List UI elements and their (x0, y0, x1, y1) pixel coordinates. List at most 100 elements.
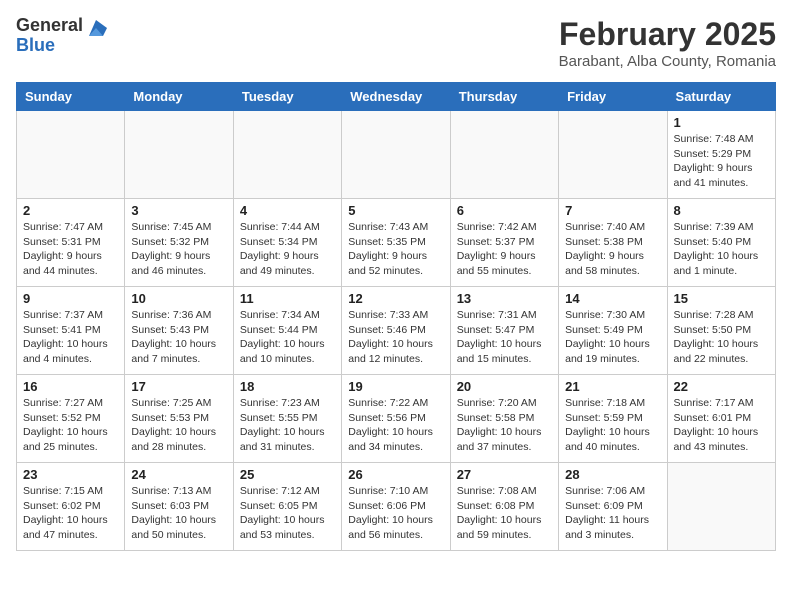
day-info: Sunrise: 7:28 AM Sunset: 5:50 PM Dayligh… (674, 308, 769, 367)
calendar-day-cell: 13 Sunrise: 7:31 AM Sunset: 5:47 PM Dayli… (450, 287, 558, 375)
month-year-title: February 2025 (559, 16, 776, 53)
day-info: Sunrise: 7:18 AM Sunset: 5:59 PM Dayligh… (565, 396, 660, 455)
day-number: 9 (23, 291, 118, 306)
day-number: 5 (348, 203, 443, 218)
day-info: Sunrise: 7:40 AM Sunset: 5:38 PM Dayligh… (565, 220, 660, 279)
calendar-day-cell: 12Sunrise: 7:33 AM Sunset: 5:46 PM Dayli… (342, 287, 450, 375)
calendar-day-cell: 28 Sunrise: 7:06 AM Sunset: 6:09 PM Dayli… (559, 463, 667, 551)
day-info: Sunrise: 7:30 AM Sunset: 5:49 PM Dayligh… (565, 308, 660, 367)
logo-general-text: General (16, 16, 83, 36)
day-number: 16 (23, 379, 118, 394)
calendar-day-cell: 15 Sunrise: 7:28 AM Sunset: 5:50 PM Dayli… (667, 287, 775, 375)
calendar-header-row: SundayMondayTuesdayWednesdayThursdayFrid… (17, 83, 776, 111)
location-subtitle: Barabant, Alba County, Romania (559, 53, 776, 70)
day-info: Sunrise: 7:34 AM Sunset: 5:44 PM Dayligh… (240, 308, 335, 367)
day-of-week-header: Saturday (667, 83, 775, 111)
day-info: Sunrise: 7:44 AM Sunset: 5:34 PM Dayligh… (240, 220, 335, 279)
calendar-day-cell (342, 111, 450, 199)
calendar-day-cell (559, 111, 667, 199)
calendar-day-cell: 19 Sunrise: 7:22 AM Sunset: 5:56 PM Dayli… (342, 375, 450, 463)
logo-blue-text: Blue (16, 36, 83, 56)
day-number: 18 (240, 379, 335, 394)
day-of-week-header: Sunday (17, 83, 125, 111)
calendar-day-cell: 11 Sunrise: 7:34 AM Sunset: 5:44 PM Dayli… (233, 287, 341, 375)
day-number: 10 (131, 291, 226, 306)
calendar-day-cell: 20Sunrise: 7:20 AM Sunset: 5:58 PM Dayli… (450, 375, 558, 463)
day-of-week-header: Wednesday (342, 83, 450, 111)
calendar-day-cell: 1Sunrise: 7:48 AM Sunset: 5:29 PM Daylig… (667, 111, 775, 199)
calendar-day-cell: 14Sunrise: 7:30 AM Sunset: 5:49 PM Dayli… (559, 287, 667, 375)
day-number: 8 (674, 203, 769, 218)
title-block: February 2025 Barabant, Alba County, Rom… (559, 16, 776, 70)
day-info: Sunrise: 7:12 AM Sunset: 6:05 PM Dayligh… (240, 484, 335, 543)
day-info: Sunrise: 7:23 AM Sunset: 5:55 PM Dayligh… (240, 396, 335, 455)
calendar-week-row: 9 Sunrise: 7:37 AM Sunset: 5:41 PM Daylig… (17, 287, 776, 375)
day-info: Sunrise: 7:13 AM Sunset: 6:03 PM Dayligh… (131, 484, 226, 543)
day-number: 15 (674, 291, 769, 306)
day-info: Sunrise: 7:10 AM Sunset: 6:06 PM Dayligh… (348, 484, 443, 543)
day-info: Sunrise: 7:31 AM Sunset: 5:47 PM Dayligh… (457, 308, 552, 367)
day-of-week-header: Tuesday (233, 83, 341, 111)
day-info: Sunrise: 7:08 AM Sunset: 6:08 PM Dayligh… (457, 484, 552, 543)
day-number: 12 (348, 291, 443, 306)
logo-icon (85, 18, 107, 40)
day-info: Sunrise: 7:25 AM Sunset: 5:53 PM Dayligh… (131, 396, 226, 455)
day-number: 6 (457, 203, 552, 218)
calendar-day-cell: 4 Sunrise: 7:44 AM Sunset: 5:34 PM Daylig… (233, 199, 341, 287)
calendar-day-cell: 22Sunrise: 7:17 AM Sunset: 6:01 PM Dayli… (667, 375, 775, 463)
day-info: Sunrise: 7:22 AM Sunset: 5:56 PM Dayligh… (348, 396, 443, 455)
calendar-day-cell (233, 111, 341, 199)
day-info: Sunrise: 7:42 AM Sunset: 5:37 PM Dayligh… (457, 220, 552, 279)
calendar-day-cell (125, 111, 233, 199)
calendar-day-cell: 7 Sunrise: 7:40 AM Sunset: 5:38 PM Daylig… (559, 199, 667, 287)
day-info: Sunrise: 7:15 AM Sunset: 6:02 PM Dayligh… (23, 484, 118, 543)
day-info: Sunrise: 7:39 AM Sunset: 5:40 PM Dayligh… (674, 220, 769, 279)
day-number: 4 (240, 203, 335, 218)
day-number: 2 (23, 203, 118, 218)
day-number: 17 (131, 379, 226, 394)
day-number: 7 (565, 203, 660, 218)
calendar-day-cell: 26 Sunrise: 7:10 AM Sunset: 6:06 PM Dayli… (342, 463, 450, 551)
page-header: General Blue February 2025 Barabant, Alb… (16, 16, 776, 70)
day-info: Sunrise: 7:06 AM Sunset: 6:09 PM Dayligh… (565, 484, 660, 543)
calendar-day-cell: 6 Sunrise: 7:42 AM Sunset: 5:37 PM Daylig… (450, 199, 558, 287)
calendar-table: SundayMondayTuesdayWednesdayThursdayFrid… (16, 82, 776, 551)
day-number: 11 (240, 291, 335, 306)
calendar-day-cell: 8 Sunrise: 7:39 AM Sunset: 5:40 PM Daylig… (667, 199, 775, 287)
calendar-week-row: 2 Sunrise: 7:47 AM Sunset: 5:31 PM Daylig… (17, 199, 776, 287)
day-info: Sunrise: 7:36 AM Sunset: 5:43 PM Dayligh… (131, 308, 226, 367)
calendar-day-cell: 25 Sunrise: 7:12 AM Sunset: 6:05 PM Dayli… (233, 463, 341, 551)
day-info: Sunrise: 7:48 AM Sunset: 5:29 PM Dayligh… (674, 132, 769, 191)
calendar-day-cell: 23 Sunrise: 7:15 AM Sunset: 6:02 PM Dayli… (17, 463, 125, 551)
calendar-day-cell: 21Sunrise: 7:18 AM Sunset: 5:59 PM Dayli… (559, 375, 667, 463)
day-info: Sunrise: 7:43 AM Sunset: 5:35 PM Dayligh… (348, 220, 443, 279)
day-number: 26 (348, 467, 443, 482)
calendar-day-cell: 27 Sunrise: 7:08 AM Sunset: 6:08 PM Dayli… (450, 463, 558, 551)
calendar-day-cell: 17 Sunrise: 7:25 AM Sunset: 5:53 PM Dayli… (125, 375, 233, 463)
day-number: 27 (457, 467, 552, 482)
day-number: 19 (348, 379, 443, 394)
day-number: 3 (131, 203, 226, 218)
calendar-day-cell: 24 Sunrise: 7:13 AM Sunset: 6:03 PM Dayli… (125, 463, 233, 551)
day-info: Sunrise: 7:47 AM Sunset: 5:31 PM Dayligh… (23, 220, 118, 279)
calendar-week-row: 23 Sunrise: 7:15 AM Sunset: 6:02 PM Dayli… (17, 463, 776, 551)
logo: General Blue (16, 16, 107, 56)
calendar-day-cell: 9 Sunrise: 7:37 AM Sunset: 5:41 PM Daylig… (17, 287, 125, 375)
day-number: 25 (240, 467, 335, 482)
day-number: 20 (457, 379, 552, 394)
calendar-day-cell (450, 111, 558, 199)
day-of-week-header: Friday (559, 83, 667, 111)
calendar-week-row: 1Sunrise: 7:48 AM Sunset: 5:29 PM Daylig… (17, 111, 776, 199)
day-number: 13 (457, 291, 552, 306)
day-of-week-header: Thursday (450, 83, 558, 111)
calendar-week-row: 16Sunrise: 7:27 AM Sunset: 5:52 PM Dayli… (17, 375, 776, 463)
calendar-day-cell (17, 111, 125, 199)
calendar-day-cell: 18 Sunrise: 7:23 AM Sunset: 5:55 PM Dayli… (233, 375, 341, 463)
calendar-day-cell: 3Sunrise: 7:45 AM Sunset: 5:32 PM Daylig… (125, 199, 233, 287)
day-number: 23 (23, 467, 118, 482)
day-number: 28 (565, 467, 660, 482)
day-of-week-header: Monday (125, 83, 233, 111)
day-number: 24 (131, 467, 226, 482)
day-info: Sunrise: 7:17 AM Sunset: 6:01 PM Dayligh… (674, 396, 769, 455)
day-info: Sunrise: 7:37 AM Sunset: 5:41 PM Dayligh… (23, 308, 118, 367)
